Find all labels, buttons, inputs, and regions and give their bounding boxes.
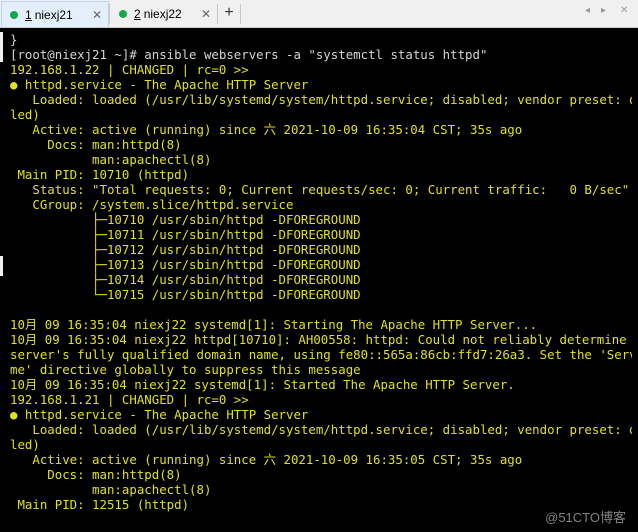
terminal-line: ● httpd.service - The Apache HTTP Server bbox=[10, 407, 309, 422]
terminal-line: Docs: man:httpd(8) bbox=[10, 467, 182, 482]
terminal-line: ├─10711 /usr/sbin/httpd -DFOREGROUND bbox=[10, 227, 361, 242]
terminal-line: 192.168.1.21 | CHANGED | rc=0 >> bbox=[10, 392, 249, 407]
terminal-line: 192.168.1.22 | CHANGED | rc=0 >> bbox=[10, 62, 249, 77]
terminal-line: Loaded: loaded (/usr/lib/systemd/system/… bbox=[10, 92, 632, 107]
window-edge bbox=[0, 256, 3, 276]
tab-niexj22[interactable]: 2 niexj22 ✕ bbox=[111, 1, 217, 27]
tab-divider bbox=[217, 4, 218, 24]
terminal-line: Main PID: 12515 (httpd) bbox=[10, 497, 190, 512]
tab-niexj21[interactable]: 1 niexj21 ✕ bbox=[1, 1, 109, 27]
tab-title: niexj22 bbox=[143, 7, 182, 21]
terminal-line: ├─10713 /usr/sbin/httpd -DFOREGROUND bbox=[10, 257, 361, 272]
tab-number: 1 bbox=[25, 7, 32, 22]
terminal-output[interactable]: } [root@niexj21 ~]# ansible webservers -a… bbox=[0, 28, 632, 532]
terminal-scrollbar[interactable] bbox=[632, 28, 638, 532]
terminal-line: ├─10714 /usr/sbin/httpd -DFOREGROUND bbox=[10, 272, 361, 287]
tab-divider bbox=[109, 4, 110, 24]
tab-number: 2 bbox=[134, 7, 141, 21]
terminal-line: Docs: man:httpd(8) bbox=[10, 137, 182, 152]
terminal-line: man:apachectl(8) bbox=[10, 152, 212, 167]
terminal-line: Main PID: 10710 (httpd) bbox=[10, 167, 190, 182]
watermark: @51CTO博客 bbox=[545, 510, 626, 525]
terminal-line: me' directive globally to suppress this … bbox=[10, 362, 361, 377]
window-edge bbox=[0, 32, 3, 62]
terminal-line: man:apachectl(8) bbox=[10, 482, 212, 497]
terminal-line: └─10715 /usr/sbin/httpd -DFOREGROUND bbox=[10, 287, 361, 302]
close-tab-icon[interactable]: ✕ bbox=[199, 7, 213, 21]
tab-bar: 1 niexj21 ✕ 2 niexj22 ✕ + ◂ ▸ ✕ bbox=[0, 0, 638, 28]
terminal-line: ├─10712 /usr/sbin/httpd -DFOREGROUND bbox=[10, 242, 361, 257]
new-tab-button[interactable]: + bbox=[220, 4, 238, 23]
terminal-line: server's fully qualified domain name, us… bbox=[10, 347, 632, 362]
terminal-line: CGroup: /system.slice/httpd.service bbox=[10, 197, 294, 212]
terminal-line: } bbox=[10, 32, 18, 47]
terminal-line: Active: active (running) since 六 2021-10… bbox=[10, 452, 523, 467]
terminal-line: Active: active (running) since 六 2021-10… bbox=[10, 122, 523, 137]
terminal-line: ├─10710 /usr/sbin/httpd -DFOREGROUND bbox=[10, 212, 361, 227]
terminal-line: Status: "Total requests: 0; Current requ… bbox=[10, 182, 630, 197]
terminal-line: Loaded: loaded (/usr/lib/systemd/system/… bbox=[10, 422, 632, 437]
scroll-tabs-right-icon[interactable]: ▸ bbox=[601, 5, 606, 16]
terminal-line: led) bbox=[10, 437, 40, 452]
connected-status-icon bbox=[119, 10, 127, 18]
close-window-icon[interactable]: ✕ bbox=[620, 5, 628, 16]
terminal-line: ● httpd.service - The Apache HTTP Server bbox=[10, 77, 309, 92]
scroll-tabs-left-icon[interactable]: ◂ bbox=[585, 5, 590, 16]
tab-divider bbox=[240, 4, 241, 24]
terminal-line: 10月 09 16:35:04 niexj22 httpd[10710]: AH… bbox=[10, 332, 632, 347]
connected-status-icon bbox=[10, 10, 18, 19]
terminal-line: [root@niexj21 ~]# ansible webservers -a … bbox=[10, 47, 488, 62]
terminal-line: 10月 09 16:35:04 niexj22 systemd[1]: Star… bbox=[10, 377, 515, 392]
terminal-line: 10月 09 16:35:04 niexj22 systemd[1]: Star… bbox=[10, 317, 538, 332]
terminal-line: led) bbox=[10, 107, 40, 122]
terminal-lines: } [root@niexj21 ~]# ansible webservers -a… bbox=[10, 32, 632, 512]
close-tab-icon[interactable]: ✕ bbox=[90, 8, 104, 22]
tab-title: niexj21 bbox=[34, 7, 73, 22]
